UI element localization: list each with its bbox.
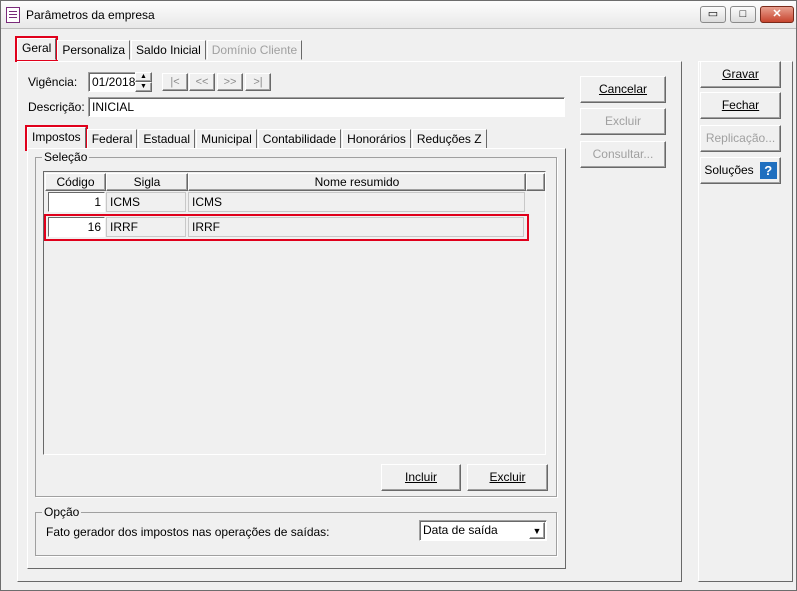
excluir-label: Excluir bbox=[489, 470, 526, 484]
descricao-label: Descrição: bbox=[28, 100, 85, 114]
solucoes-label: Soluções bbox=[704, 163, 754, 177]
chevron-down-icon[interactable]: ▼ bbox=[529, 522, 545, 539]
replicacao-button[interactable]: Replicação... bbox=[700, 125, 781, 152]
parametros-window: Parâmetros da empresa ▭ □ ✕ Geral Person… bbox=[0, 0, 797, 591]
fechar-button[interactable]: Fechar bbox=[700, 92, 781, 119]
tab-federal[interactable]: Federal bbox=[86, 129, 138, 149]
tab-personaliza[interactable]: Personaliza bbox=[57, 40, 131, 60]
solucoes-button[interactable]: Soluções? bbox=[700, 157, 781, 184]
tab-municipal[interactable]: Municipal bbox=[196, 129, 257, 149]
incluir-button[interactable]: Incluir bbox=[381, 464, 461, 491]
tab-reducoes-z[interactable]: Reduções Z bbox=[411, 129, 487, 149]
table-row-2-codigo[interactable]: 16 bbox=[48, 217, 105, 237]
excluir-vigencia-button[interactable]: Excluir Vigência bbox=[580, 108, 666, 153]
title-bar: Parâmetros da empresa ▭ □ ✕ bbox=[1, 1, 796, 29]
fechar-label: Fechar bbox=[721, 98, 760, 112]
tab-dominio-cliente[interactable]: Domínio Cliente bbox=[206, 40, 303, 60]
incluir-label: Incluir bbox=[404, 470, 437, 484]
next-icon[interactable]: >> bbox=[217, 73, 243, 91]
fato-gerador-label: Fato gerador dos impostos nas operações … bbox=[46, 525, 330, 539]
table-row-2-sigla[interactable]: IRRF bbox=[106, 217, 186, 237]
window-title: Parâmetros da empresa bbox=[26, 8, 155, 22]
previous-icon[interactable]: << bbox=[189, 73, 215, 91]
col-sigla-header[interactable]: Sigla bbox=[106, 173, 188, 191]
tab-honorarios[interactable]: Honorários bbox=[342, 129, 411, 149]
close-icon[interactable]: ✕ bbox=[760, 6, 794, 23]
spin-up-icon[interactable]: ▲ bbox=[135, 72, 152, 82]
cancelar-button[interactable]: Cancelar bbox=[580, 76, 666, 103]
tab-estadual[interactable]: Estadual bbox=[138, 129, 196, 149]
opcao-title: Opção bbox=[42, 505, 82, 519]
vigencia-label: Vigência: bbox=[28, 75, 78, 89]
col-extra-header bbox=[526, 173, 545, 191]
last-icon[interactable]: >| bbox=[245, 73, 271, 91]
first-icon[interactable]: |< bbox=[162, 73, 188, 91]
impostos-grid[interactable]: Código Sigla Nome resumido 1 ICMS ICMS 1… bbox=[43, 171, 546, 455]
tab-contabilidade[interactable]: Contabilidade bbox=[257, 129, 342, 149]
maximize-icon[interactable]: □ bbox=[730, 6, 756, 23]
replicacao-label: Replicação... bbox=[705, 131, 776, 145]
vigencia-field[interactable]: 01/2018 bbox=[88, 72, 136, 92]
selecao-title: Seleção bbox=[42, 150, 90, 164]
tab-impostos[interactable]: Impostos bbox=[25, 125, 88, 151]
consultar-label: Consultar... bbox=[592, 147, 654, 161]
table-row-2-nome[interactable]: IRRF bbox=[188, 217, 524, 237]
tab-geral[interactable]: Geral bbox=[14, 36, 59, 62]
sub-tabs: Impostos Federal Estadual Municipal Cont… bbox=[25, 125, 488, 151]
document-icon bbox=[6, 7, 20, 23]
excluir-button[interactable]: Excluir bbox=[467, 464, 548, 491]
table-row-1-sigla[interactable]: ICMS bbox=[106, 192, 186, 212]
tab-saldo-inicial[interactable]: Saldo Inicial bbox=[131, 40, 206, 60]
cancelar-label: Cancelar bbox=[598, 82, 648, 96]
gravar-label: Gravar bbox=[722, 67, 759, 81]
consultar-button[interactable]: Consultar... bbox=[580, 141, 666, 168]
descricao-field[interactable]: INICIAL bbox=[88, 97, 565, 117]
col-codigo-header[interactable]: Código bbox=[45, 173, 106, 191]
col-nome-header[interactable]: Nome resumido bbox=[188, 173, 526, 191]
main-tabs: Geral Personaliza Saldo Inicial Domínio … bbox=[14, 36, 303, 62]
vigencia-spinner[interactable]: ▲ ▼ bbox=[135, 72, 152, 92]
gravar-button[interactable]: Gravar bbox=[700, 61, 781, 88]
table-row-1-nome[interactable]: ICMS bbox=[188, 192, 525, 212]
fato-gerador-select[interactable]: Data de saída ▼ bbox=[419, 520, 547, 541]
table-row-1-codigo[interactable]: 1 bbox=[48, 192, 105, 212]
spin-down-icon[interactable]: ▼ bbox=[135, 82, 152, 92]
fato-gerador-value: Data de saída bbox=[423, 523, 498, 537]
minimize-icon[interactable]: ▭ bbox=[700, 6, 726, 23]
help-icon: ? bbox=[759, 162, 777, 180]
table-row-2[interactable]: 16 IRRF IRRF bbox=[44, 214, 529, 241]
